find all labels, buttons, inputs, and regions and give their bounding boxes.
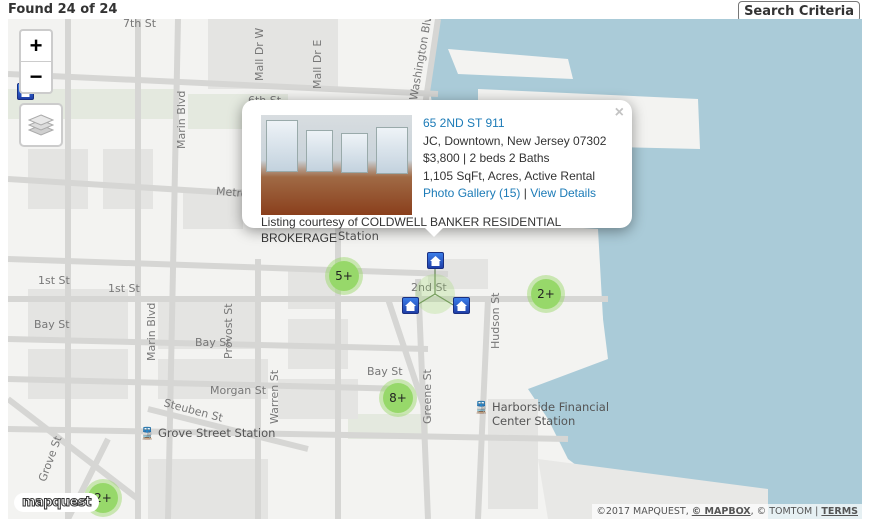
results-count: Found 24 of 24 [8,2,118,17]
popup-tip [424,227,444,237]
cluster-marker[interactable]: 8+ [379,379,417,417]
listing-price: $3,800 | 2 beds 2 Baths [423,151,550,165]
cluster-count: 8+ [383,383,413,413]
listing-photo[interactable] [261,115,412,215]
photo-window [341,133,368,173]
photo-window [306,130,333,172]
map-attribution: ©2017 MAPQUEST, © MAPBOX, © TOMTOM | TER… [592,504,862,519]
spider-lines [409,267,461,314]
listing-details: 1,105 SqFt, Acres, Active Rental [423,168,596,183]
listing-popup: × 65 2ND ST 911 JC, Downtown, New Jersey… [242,100,632,245]
listing-marker[interactable] [402,297,419,314]
cluster-count: 2+ [531,279,561,309]
cluster-count: 5+ [329,261,359,291]
cluster-marker[interactable]: 2+ [527,275,565,313]
cluster-marker[interactable]: 5+ [325,257,363,295]
photo-window [266,120,298,172]
house-icon [405,300,416,311]
attribution-middle: , © TOMTOM | [750,506,822,517]
listing-info: 65 2ND ST 911 JC, Downtown, New Jersey 0… [423,115,606,203]
listing-location: JC, Downtown, New Jersey 07302 [423,133,607,148]
house-icon [430,255,441,266]
listing-marker[interactable] [453,297,470,314]
photo-gallery-link[interactable]: Photo Gallery (15) [423,186,520,200]
map[interactable]: 7th St 6th St Mall Dr W Mall Dr E Washin… [8,19,862,519]
listing-address-link[interactable]: 65 2ND ST 911 [423,116,505,130]
photo-window [376,127,408,174]
layers-icon [28,114,54,136]
terms-link[interactable]: TERMS [821,506,858,517]
layers-button[interactable] [19,103,63,147]
attribution-prefix: ©2017 MAPQUEST, [596,506,692,517]
mapbox-link[interactable]: © MAPBOX [692,506,751,517]
view-details-link[interactable]: View Details [530,186,596,200]
zoom-out-button[interactable]: − [21,62,51,92]
popup-close-button[interactable]: × [615,104,624,122]
house-icon [456,300,467,311]
zoom-in-button[interactable]: + [21,31,51,62]
zoom-control: + − [19,29,53,94]
listing-marker[interactable] [427,252,444,269]
mapquest-logo[interactable]: mapquest [14,493,99,512]
link-separator: | [520,186,531,200]
